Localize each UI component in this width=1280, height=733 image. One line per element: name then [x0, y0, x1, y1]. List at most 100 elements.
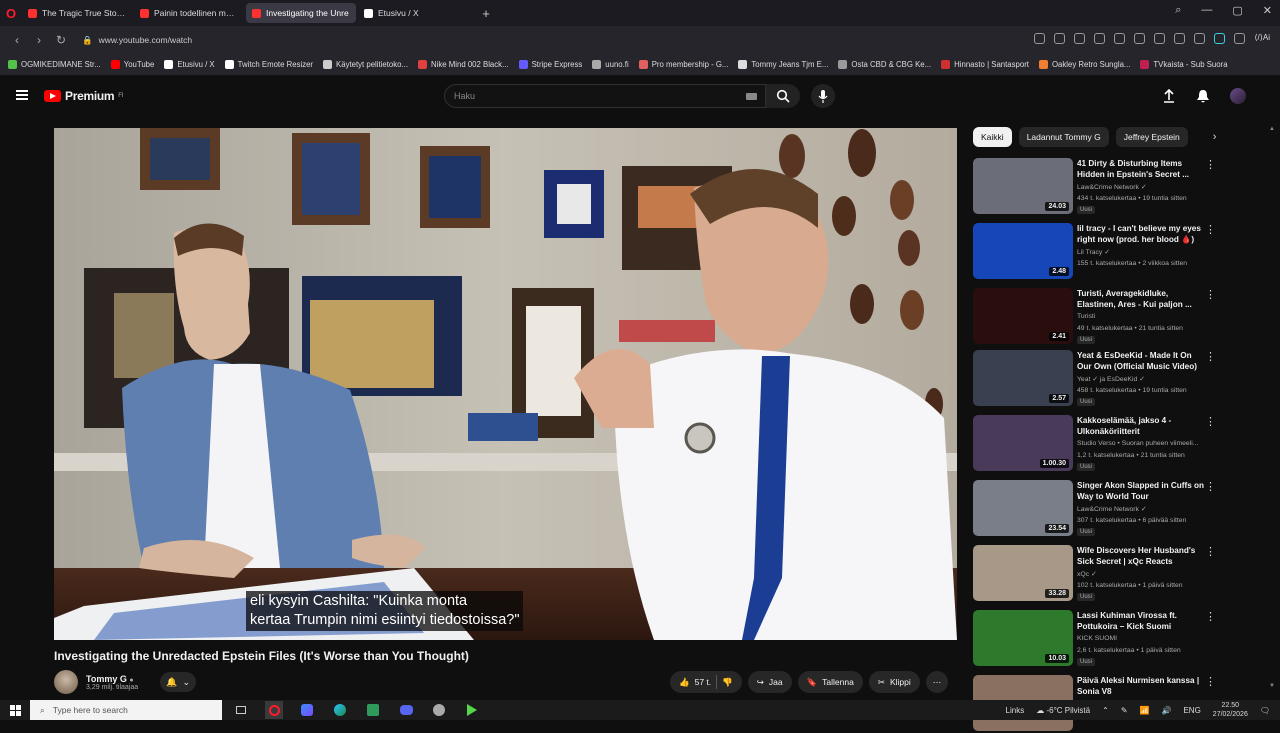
- recommendation-channel[interactable]: Yeat ✓ ja EsDeeKid ✓: [1077, 375, 1207, 383]
- app-icon[interactable]: [430, 701, 448, 719]
- recommendation-thumbnail[interactable]: 23.54: [973, 480, 1073, 536]
- recommendation-item[interactable]: 10.03 Lassi Kuhiman Virossa ft. Pottukoir…: [973, 610, 1216, 668]
- recommendation-title[interactable]: Kakkoselämää, jakso 4 - Ulkonäköriitteri…: [1077, 415, 1205, 437]
- youtube-logo[interactable]: Premium FI: [44, 89, 123, 103]
- recommendation-item[interactable]: 33.28 Wife Discovers Her Husband's Sick S…: [973, 545, 1216, 603]
- recommendation-channel[interactable]: Turisti: [1077, 313, 1207, 320]
- extension-icon[interactable]: [1034, 33, 1046, 44]
- channel-name[interactable]: Tommy G: [86, 674, 127, 684]
- scrollbar[interactable]: ▲ ▼: [1269, 126, 1275, 689]
- recommendation-item[interactable]: 1.00.30 Kakkoselämää, jakso 4 - Ulkonäkör…: [973, 415, 1216, 473]
- recommendation-thumbnail[interactable]: 1.00.30: [973, 415, 1073, 471]
- new-tab-button[interactable]: +: [476, 6, 496, 21]
- language-indicator[interactable]: ENG: [1183, 706, 1200, 715]
- like-count[interactable]: 57 t.: [695, 677, 712, 687]
- recommendation-title[interactable]: Lassi Kuhiman Virossa ft. Pottukoira – K…: [1077, 610, 1205, 632]
- browser-tab[interactable]: Painin todellinen merkity: [134, 3, 244, 23]
- chip-uploaded-by[interactable]: Ladannut Tommy G: [1018, 127, 1109, 147]
- forward-button[interactable]: ›: [28, 33, 50, 47]
- back-button[interactable]: ‹: [6, 33, 28, 47]
- browser-tab[interactable]: The Tragic True Story of Ju: [22, 3, 132, 23]
- recommendation-title[interactable]: lil tracy - I can't believe my eyes righ…: [1077, 223, 1205, 245]
- save-button[interactable]: 🔖 Tallenna: [797, 671, 863, 693]
- bookmark-item[interactable]: uuno.fi: [592, 60, 629, 69]
- bookmark-item[interactable]: Osta CBD & CBG Ke...: [838, 60, 931, 69]
- close-window-button[interactable]: ✕: [1263, 4, 1272, 17]
- chevron-up-icon[interactable]: ⌃: [1102, 706, 1109, 715]
- recommendation-channel[interactable]: KICK SUOMI: [1077, 635, 1207, 642]
- recommendation-item[interactable]: 24.03 41 Dirty & Disturbing Items Hidden …: [973, 158, 1216, 216]
- camera-icon[interactable]: [1074, 33, 1086, 44]
- extension-icon[interactable]: [1214, 33, 1226, 44]
- chip-all[interactable]: Kaikki: [973, 127, 1012, 147]
- opera-icon[interactable]: [265, 701, 283, 719]
- browser-tab[interactable]: Investigating the Unre: [246, 3, 356, 23]
- pen-icon[interactable]: ✎: [1121, 706, 1128, 715]
- chevron-right-icon[interactable]: ›: [1213, 131, 1217, 143]
- app-icon[interactable]: [298, 701, 316, 719]
- recommendation-title[interactable]: Päivä Aleksi Nurmisen kanssa | Sonia V8: [1077, 675, 1205, 697]
- more-options-icon[interactable]: ⋮: [1205, 482, 1216, 493]
- recommendation-item[interactable]: 2.41 Turisti, Averagekidluke, Elastinen, …: [973, 288, 1216, 346]
- app-icon[interactable]: [364, 701, 382, 719]
- account-avatar[interactable]: [1230, 88, 1246, 104]
- share-button[interactable]: ↪ Jaa: [747, 671, 792, 693]
- volume-icon[interactable]: 🔊: [1161, 706, 1171, 715]
- ai-button[interactable]: ⟨/⟩Ai: [1254, 33, 1270, 44]
- discord-icon[interactable]: [397, 701, 415, 719]
- recommendation-thumbnail[interactable]: 2.57: [973, 350, 1073, 406]
- recommendation-title[interactable]: Wife Discovers Her Husband's Sick Secret…: [1077, 545, 1205, 567]
- recommendation-item[interactable]: 2.48 lil tracy - I can't believe my eyes …: [973, 223, 1216, 281]
- menu-icon[interactable]: [1174, 33, 1186, 44]
- clip-button[interactable]: ✂ Klippi: [868, 671, 920, 693]
- hamburger-menu-icon[interactable]: [16, 90, 28, 100]
- more-options-icon[interactable]: ⋮: [1205, 290, 1216, 301]
- extension-icon[interactable]: [1054, 33, 1066, 44]
- bookmark-item[interactable]: OGMIKEDIMANE Str...: [8, 60, 101, 69]
- wifi-icon[interactable]: 📶: [1140, 706, 1150, 715]
- links-toolbar[interactable]: Links: [1006, 706, 1025, 715]
- download-icon[interactable]: [1154, 33, 1166, 44]
- channel-avatar[interactable]: [54, 670, 78, 694]
- notifications-bell-icon[interactable]: [1196, 89, 1210, 104]
- recommendation-channel[interactable]: Law&Crime Network ✓: [1077, 505, 1207, 513]
- recommendation-thumbnail[interactable]: 2.41: [973, 288, 1073, 344]
- bookmark-item[interactable]: Twitch Emote Resizer: [224, 60, 313, 69]
- bookmark-item[interactable]: Hinnasto | Santasport: [941, 60, 1029, 69]
- windows-start-button[interactable]: [0, 704, 30, 716]
- voice-search-button[interactable]: [811, 84, 835, 108]
- more-options-icon[interactable]: ⋮: [1205, 677, 1216, 688]
- task-view-icon[interactable]: [232, 701, 250, 719]
- upload-icon[interactable]: [1162, 89, 1176, 103]
- recommendation-channel[interactable]: xQc ✓: [1077, 570, 1207, 578]
- extension-icon[interactable]: [1094, 33, 1106, 44]
- app-icon[interactable]: [463, 701, 481, 719]
- chip-topic[interactable]: Jeffrey Epstein: [1115, 127, 1188, 147]
- recommendation-title[interactable]: Singer Akon Slapped in Cuffs on Way to W…: [1077, 480, 1205, 502]
- search-input[interactable]: Haku: [444, 84, 766, 108]
- recommendation-item[interactable]: 2.57 Yeat & EsDeeKid - Made It On Our Own…: [973, 350, 1216, 408]
- thumbs-down-icon[interactable]: 👎: [722, 677, 733, 688]
- more-options-icon[interactable]: ⋮: [1205, 547, 1216, 558]
- thumbs-up-icon[interactable]: 👍: [679, 677, 690, 688]
- bookmark-item[interactable]: Pro membership - G...: [638, 60, 728, 69]
- extension-icon[interactable]: [1234, 33, 1246, 44]
- recommendation-title[interactable]: Turisti, Averagekidluke, Elastinen, Ares…: [1077, 288, 1205, 310]
- more-actions-button[interactable]: ⋯: [925, 671, 949, 693]
- recommendation-channel[interactable]: Law&Crime Network ✓: [1077, 183, 1207, 191]
- opera-logo-icon[interactable]: O: [0, 0, 22, 26]
- bookmark-item[interactable]: Etusivu / X: [164, 60, 215, 69]
- more-options-icon[interactable]: ⋮: [1205, 612, 1216, 623]
- recommendation-channel[interactable]: Studio Verso • Suoran puheen viimeeli...: [1077, 440, 1207, 447]
- profile-icon[interactable]: [1194, 33, 1206, 44]
- keyboard-icon[interactable]: [746, 93, 757, 100]
- reload-button[interactable]: ↻: [50, 33, 72, 47]
- recommendation-thumbnail[interactable]: 24.03: [973, 158, 1073, 214]
- bookmark-item[interactable]: Stripe Express: [518, 60, 582, 69]
- browser-tab[interactable]: Etusivu / X: [358, 3, 468, 23]
- search-button[interactable]: [766, 84, 800, 108]
- bookmark-item[interactable]: Tommy Jeans Tjm E...: [738, 60, 828, 69]
- notifications-icon[interactable]: 🗨: [1260, 706, 1270, 715]
- recommendation-channel[interactable]: Lil Tracy ✓: [1077, 248, 1207, 256]
- play-icon[interactable]: [1114, 33, 1126, 44]
